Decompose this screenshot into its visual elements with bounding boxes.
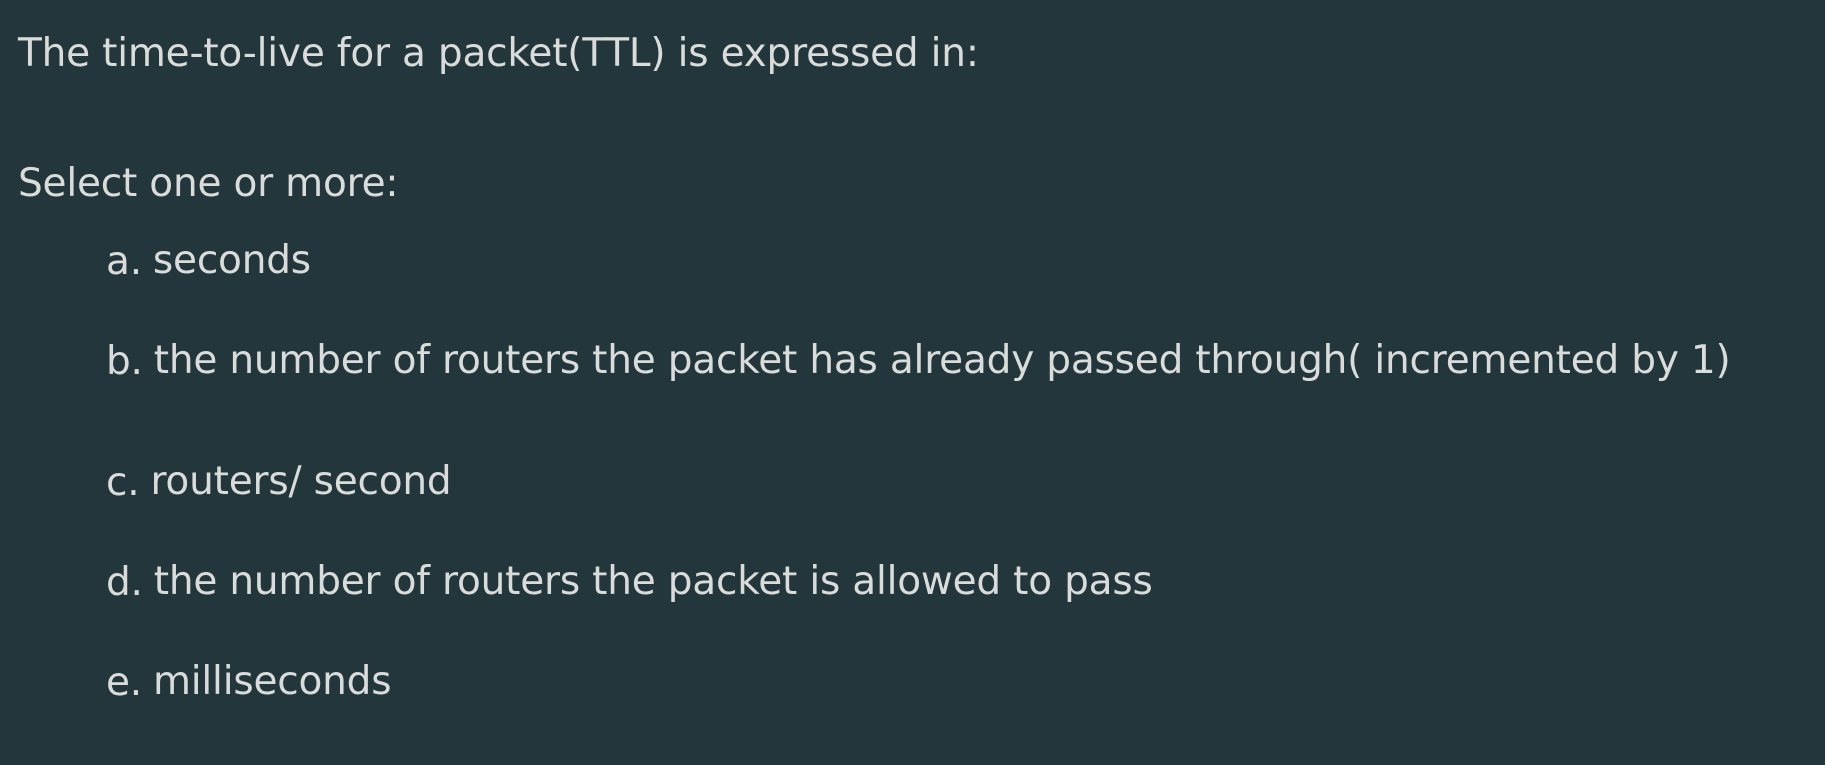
quiz-question: The time-to-live for a packet(TTL) is ex… [18, 0, 1808, 765]
answer-letter: a. [106, 238, 142, 284]
answer-option-a[interactable]: a. seconds [106, 233, 311, 289]
answer-option-e[interactable]: e. milliseconds [106, 654, 392, 710]
answer-letter: d. [106, 559, 143, 605]
answer-option-d[interactable]: d. the number of routers the packet is a… [106, 554, 1153, 610]
answer-label[interactable]: seconds [153, 235, 311, 287]
answer-label[interactable]: routers/ second [150, 456, 451, 508]
answer-option-b[interactable]: b. the number of routers the packet has … [106, 333, 1731, 389]
answer-label[interactable]: the number of routers the packet has alr… [154, 335, 1731, 387]
answer-letter: b. [106, 338, 143, 384]
select-prompt: Select one or more: [18, 161, 399, 206]
answer-label[interactable]: the number of routers the packet is allo… [154, 556, 1153, 608]
answer-letter: e. [106, 659, 142, 705]
answer-label[interactable]: milliseconds [153, 656, 392, 708]
answer-letter: c. [106, 459, 140, 505]
question-text: The time-to-live for a packet(TTL) is ex… [18, 31, 979, 76]
answer-option-c[interactable]: c. routers/ second [106, 454, 452, 510]
